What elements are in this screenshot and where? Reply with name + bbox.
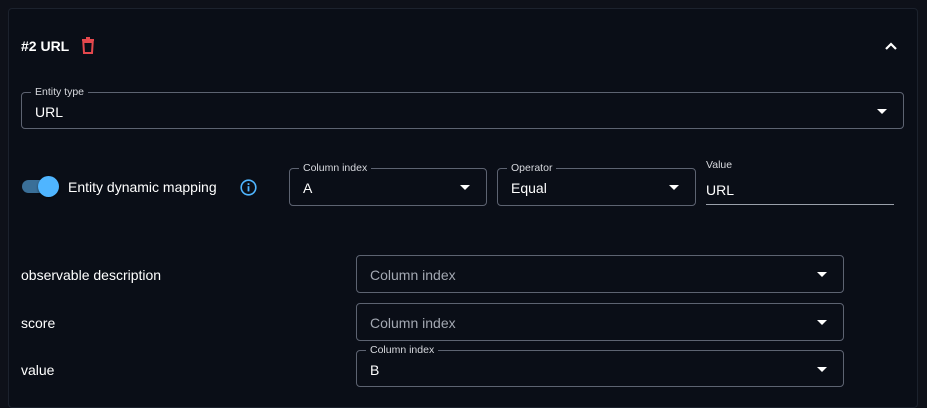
column-index-value: A (303, 180, 313, 196)
chevron-down-icon (817, 320, 827, 325)
select-placeholder: Column index (370, 315, 456, 331)
mapping-title: #2 URL (21, 38, 70, 54)
entity-type-select[interactable]: Entity type URL (21, 86, 904, 129)
field-label-score: score (21, 315, 56, 331)
entity-type-value: URL (35, 104, 64, 120)
observable-description-column-select[interactable]: Column index (356, 255, 844, 293)
operator-value: Equal (511, 180, 547, 196)
column-index-label: Column index (299, 162, 372, 174)
chevron-down-icon (460, 185, 470, 190)
dynamic-mapping-toggle-knob[interactable] (38, 176, 59, 197)
chevron-down-icon (877, 109, 887, 114)
chevron-down-icon (669, 185, 679, 190)
entity-type-label: Entity type (31, 86, 89, 98)
value-field-label: Value (706, 159, 733, 171)
mapping-panel (8, 8, 918, 408)
field-label-value: value (21, 362, 55, 378)
value-input-underline (706, 204, 894, 205)
score-column-select[interactable]: Column index (356, 303, 844, 341)
operator-label: Operator (507, 162, 557, 174)
value-column-value: B (370, 362, 380, 378)
value-input[interactable]: URL (706, 182, 734, 198)
column-index-select[interactable]: Column index A (289, 162, 487, 206)
chevron-down-icon (817, 272, 827, 277)
dynamic-mapping-label: Entity dynamic mapping (68, 179, 217, 195)
field-label-observable-description: observable description (21, 267, 162, 283)
value-column-select[interactable]: Column index B (356, 344, 844, 387)
trash-icon[interactable] (81, 37, 95, 54)
chevron-up-icon[interactable] (882, 38, 900, 54)
chevron-down-icon (817, 367, 827, 372)
column-index-label: Column index (366, 344, 439, 356)
operator-select[interactable]: Operator Equal (497, 162, 696, 206)
info-circle-icon[interactable] (240, 179, 257, 196)
select-placeholder: Column index (370, 267, 456, 283)
